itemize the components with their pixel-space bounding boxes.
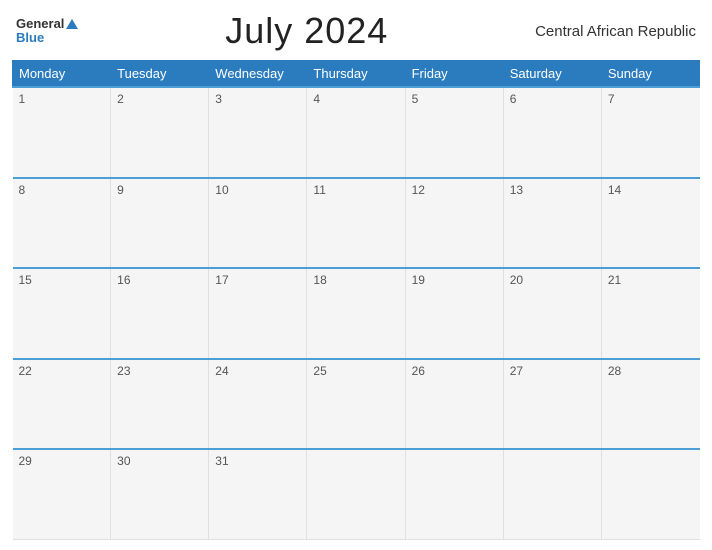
calendar-day-cell: 15 <box>13 268 111 359</box>
day-number: 9 <box>117 183 124 197</box>
calendar-day-cell: 12 <box>405 178 503 269</box>
day-number: 21 <box>608 273 621 287</box>
calendar-day-cell: 3 <box>209 87 307 178</box>
calendar-day-cell <box>405 449 503 540</box>
col-monday: Monday <box>13 61 111 88</box>
col-thursday: Thursday <box>307 61 405 88</box>
calendar-day-cell: 2 <box>111 87 209 178</box>
calendar-body: 1234567891011121314151617181920212223242… <box>13 87 700 540</box>
day-number: 28 <box>608 364 621 378</box>
calendar-week-row: 8 9 10 11 12 13 14 <box>13 178 700 269</box>
calendar-day-cell: 17 <box>209 268 307 359</box>
calendar-week-row: 29 30 31 <box>13 449 700 540</box>
col-sunday: Sunday <box>601 61 699 88</box>
day-number: 15 <box>19 273 32 287</box>
calendar-header: General Blue July 2024 Central African R… <box>12 10 700 52</box>
calendar-day-cell: 24 <box>209 359 307 450</box>
logo: General Blue <box>16 17 78 46</box>
calendar-day-cell <box>307 449 405 540</box>
calendar-day-cell: 18 <box>307 268 405 359</box>
calendar-week-row: 15 16 17 18 19 20 21 <box>13 268 700 359</box>
calendar-wrapper: General Blue July 2024 Central African R… <box>0 0 712 550</box>
day-number: 27 <box>510 364 523 378</box>
col-saturday: Saturday <box>503 61 601 88</box>
day-number: 19 <box>412 273 425 287</box>
calendar-day-cell: 11 <box>307 178 405 269</box>
day-number: 16 <box>117 273 130 287</box>
calendar-day-cell: 8 <box>13 178 111 269</box>
day-number: 8 <box>19 183 26 197</box>
calendar-week-row: 22 23 24 25 26 27 28 <box>13 359 700 450</box>
calendar-day-cell: 23 <box>111 359 209 450</box>
calendar-day-cell <box>601 449 699 540</box>
calendar-day-cell: 27 <box>503 359 601 450</box>
day-number: 17 <box>215 273 228 287</box>
calendar-day-cell: 25 <box>307 359 405 450</box>
day-number: 2 <box>117 92 124 106</box>
calendar-day-cell: 6 <box>503 87 601 178</box>
calendar-week-row: 1 2 3 4 5 6 7 <box>13 87 700 178</box>
col-wednesday: Wednesday <box>209 61 307 88</box>
calendar-day-cell: 30 <box>111 449 209 540</box>
day-number: 14 <box>608 183 621 197</box>
month-title: July 2024 <box>225 10 388 52</box>
day-number: 4 <box>313 92 320 106</box>
day-number: 24 <box>215 364 228 378</box>
day-number: 26 <box>412 364 425 378</box>
day-number: 5 <box>412 92 419 106</box>
day-number: 6 <box>510 92 517 106</box>
col-tuesday: Tuesday <box>111 61 209 88</box>
day-number: 23 <box>117 364 130 378</box>
day-number: 12 <box>412 183 425 197</box>
calendar-table: Monday Tuesday Wednesday Thursday Friday… <box>12 60 700 540</box>
calendar-day-cell: 20 <box>503 268 601 359</box>
day-number: 20 <box>510 273 523 287</box>
day-number: 11 <box>313 183 325 197</box>
calendar-day-cell: 16 <box>111 268 209 359</box>
day-number: 29 <box>19 454 32 468</box>
day-number: 25 <box>313 364 326 378</box>
day-number: 18 <box>313 273 326 287</box>
calendar-day-cell: 5 <box>405 87 503 178</box>
weekday-header-row: Monday Tuesday Wednesday Thursday Friday… <box>13 61 700 88</box>
day-number: 22 <box>19 364 32 378</box>
calendar-day-cell: 21 <box>601 268 699 359</box>
calendar-day-cell: 1 <box>13 87 111 178</box>
day-number: 10 <box>215 183 228 197</box>
col-friday: Friday <box>405 61 503 88</box>
calendar-day-cell: 26 <box>405 359 503 450</box>
calendar-day-cell: 19 <box>405 268 503 359</box>
calendar-day-cell: 28 <box>601 359 699 450</box>
calendar-day-cell: 22 <box>13 359 111 450</box>
logo-general-text: General <box>16 17 78 31</box>
calendar-day-cell: 4 <box>307 87 405 178</box>
logo-triangle-icon <box>66 19 78 29</box>
day-number: 3 <box>215 92 222 106</box>
day-number: 1 <box>19 92 26 106</box>
calendar-day-cell: 29 <box>13 449 111 540</box>
day-number: 30 <box>117 454 130 468</box>
calendar-day-cell: 31 <box>209 449 307 540</box>
day-number: 13 <box>510 183 523 197</box>
country-name: Central African Republic <box>535 23 696 40</box>
calendar-day-cell: 7 <box>601 87 699 178</box>
calendar-day-cell: 10 <box>209 178 307 269</box>
calendar-day-cell: 14 <box>601 178 699 269</box>
day-number: 7 <box>608 92 615 106</box>
calendar-day-cell <box>503 449 601 540</box>
day-number: 31 <box>215 454 228 468</box>
calendar-day-cell: 9 <box>111 178 209 269</box>
calendar-thead: Monday Tuesday Wednesday Thursday Friday… <box>13 61 700 88</box>
logo-blue-text: Blue <box>16 31 44 45</box>
calendar-day-cell: 13 <box>503 178 601 269</box>
